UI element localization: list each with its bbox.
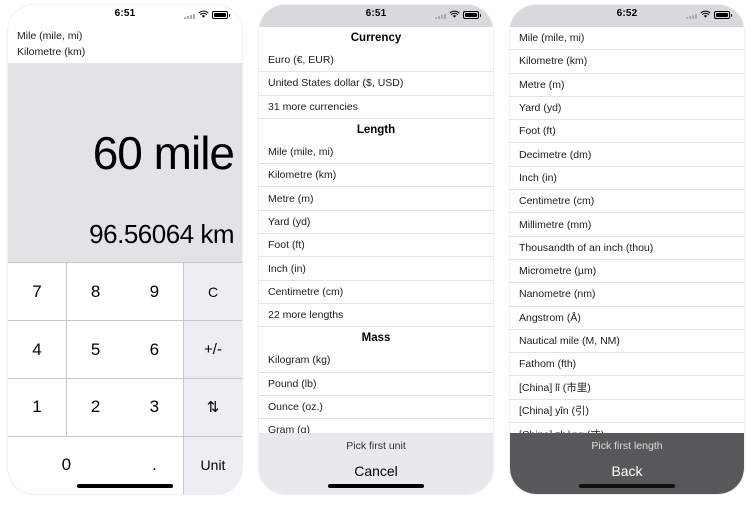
phone-screen-calculator: 6:51 Mile (mile, mi) Kilometre (km) 60 m… (8, 5, 242, 494)
wifi-icon (700, 10, 711, 18)
list-item[interactable]: Nanometre (nm) (510, 283, 744, 307)
list-item[interactable]: Kilometre (km) (510, 50, 744, 74)
picker-footer: Pick first length Back (510, 433, 744, 494)
list-item[interactable]: United States dollar ($, USD) (259, 72, 493, 96)
key-6[interactable]: 6 (125, 320, 184, 379)
status-bar-indicators (184, 10, 230, 19)
list-item[interactable]: Centimetre (cm) (259, 280, 493, 304)
home-indicator (579, 484, 675, 488)
list-item[interactable]: Nautical mile (M, NM) (510, 329, 744, 354)
key-[interactable]: . (125, 436, 184, 494)
unit-category-list[interactable]: Currency Euro (€, EUR) United States dolla… (259, 27, 493, 443)
picker-footer-title: Pick first unit (346, 440, 406, 452)
key-3[interactable]: 3 (125, 378, 184, 437)
list-item[interactable]: 31 more currencies (259, 95, 493, 119)
picker-footer: Pick first unit Cancel (259, 433, 493, 494)
unit-pair-header: Mile (mile, mi) Kilometre (km) (8, 27, 242, 63)
key-4[interactable]: 4 (8, 320, 66, 379)
wifi-icon (449, 10, 460, 18)
screenshot-stage: 6:51 Mile (mile, mi) Kilometre (km) 60 m… (0, 0, 752, 509)
list-item[interactable]: Micrometre (µm) (510, 259, 744, 284)
list-item[interactable]: [China] lǐ (市里) (510, 376, 744, 400)
home-indicator-wrap (259, 483, 493, 489)
picker-footer-title: Pick first length (591, 440, 663, 452)
status-bar: 6:51 (259, 5, 493, 27)
signal-dots-icon (435, 11, 446, 19)
list-item[interactable]: Millimetre (mm) (510, 213, 744, 237)
status-bar: 6:51 (8, 5, 242, 27)
list-item[interactable]: Fathom (fth) (510, 353, 744, 377)
key-5[interactable]: 5 (66, 320, 125, 379)
list-item[interactable]: Angstrom (Å) (510, 306, 744, 330)
display-input-value: 60 mile (92, 127, 235, 180)
list-item[interactable]: Decimetre (dm) (510, 143, 744, 167)
key-unit[interactable]: Unit (184, 436, 242, 494)
list-item[interactable]: Kilogram (kg) (259, 349, 493, 373)
key-c[interactable]: C (184, 263, 242, 321)
status-bar: 6:52 (510, 5, 744, 27)
key-[interactable]: ⇅ (184, 378, 242, 437)
key-2[interactable]: 2 (66, 378, 125, 437)
status-bar-indicators (435, 10, 481, 19)
unit-from-label: Mile (mile, mi) (17, 30, 83, 42)
key-[interactable]: +/- (184, 320, 242, 379)
length-unit-list-viewport[interactable]: Mile (mile, mi) Kilometre (km) Metre (m) Ya… (510, 27, 744, 494)
list-item[interactable]: 22 more lengths (259, 303, 493, 328)
back-button[interactable]: Back (611, 463, 642, 479)
key-1[interactable]: 1 (8, 378, 66, 437)
status-bar-indicators (686, 10, 732, 19)
cancel-button[interactable]: Cancel (354, 463, 398, 479)
list-item[interactable]: Yard (yd) (259, 210, 493, 235)
unit-category-list-viewport[interactable]: Currency Euro (€, EUR) United States dolla… (259, 27, 493, 494)
list-item[interactable]: Metre (m) (510, 73, 744, 97)
list-item[interactable]: Euro (€, EUR) (259, 49, 493, 73)
list-item[interactable]: Centimetre (cm) (510, 190, 744, 214)
list-item[interactable]: Thousandth of an inch (thou) (510, 236, 744, 260)
list-item[interactable]: Pound (lb) (259, 372, 493, 396)
list-item[interactable]: [China] yǐn (引) (510, 399, 744, 424)
list-item[interactable]: Inch (in) (510, 166, 744, 191)
list-item[interactable]: Inch (in) (259, 257, 493, 281)
list-item[interactable]: Foot (ft) (259, 234, 493, 258)
calculator-display: 60 mile 96.56064 km (8, 63, 242, 263)
list-item[interactable]: Yard (yd) (510, 96, 744, 121)
unit-to-label: Kilometre (km) (17, 46, 86, 58)
battery-full-icon (463, 10, 481, 19)
display-result-value: 96.56064 km (89, 218, 234, 249)
calculator-keypad[interactable]: 7 8 9 C 4 5 6 +/- 1 2 3 ⇅ 0. Unit (8, 262, 242, 494)
signal-dots-icon (184, 11, 195, 19)
key-8[interactable]: 8 (66, 263, 125, 321)
home-indicator (328, 484, 424, 488)
key-7[interactable]: 7 (8, 263, 66, 321)
wifi-icon (198, 10, 209, 18)
home-indicator-wrap (510, 483, 744, 489)
list-section-header: Currency (259, 27, 493, 49)
length-unit-list[interactable]: Mile (mile, mi) Kilometre (km) Metre (m) Ya… (510, 27, 744, 447)
battery-full-icon (714, 10, 732, 19)
list-item[interactable]: Foot (ft) (510, 120, 744, 144)
list-item[interactable]: Mile (mile, mi) (259, 140, 493, 165)
list-section-header: Mass (259, 327, 493, 350)
key-0[interactable]: 0 (8, 436, 125, 494)
list-item[interactable]: Kilometre (km) (259, 164, 493, 188)
phone-screen-unit-categories: 6:51 Currency Euro (€, EUR) United States … (259, 5, 493, 494)
battery-full-icon (212, 10, 230, 19)
signal-dots-icon (686, 11, 697, 19)
list-item[interactable]: Mile (mile, mi) (510, 27, 744, 51)
phone-screen-length-units: 6:52 Mile (mile, mi) Kilometre (km) Metre … (510, 5, 744, 494)
key-9[interactable]: 9 (125, 263, 184, 321)
list-item[interactable]: Metre (m) (259, 187, 493, 211)
list-section-header: Length (259, 118, 493, 141)
list-item[interactable]: Ounce (oz.) (259, 395, 493, 420)
